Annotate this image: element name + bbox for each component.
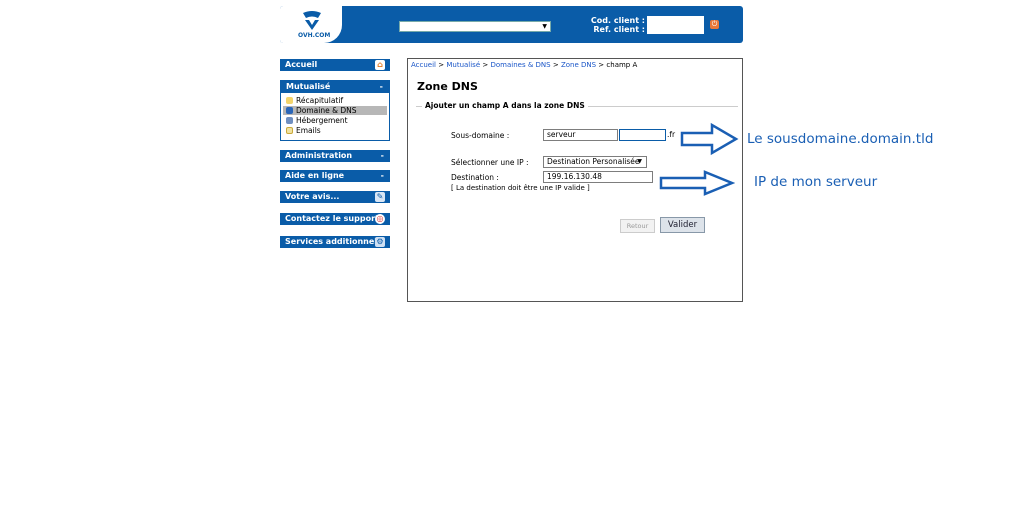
- ovh-logo-icon: [303, 11, 321, 30]
- breadcrumb-separator: >: [552, 61, 559, 69]
- sidebar-item-label: Services additionnels: [285, 237, 382, 246]
- sidebar-item-label: Mutualisé: [286, 82, 331, 91]
- sidebar-item-label: Aide en ligne: [285, 171, 345, 180]
- collapse-icon: -: [380, 171, 384, 180]
- arrow-right-icon: [659, 170, 735, 196]
- collapse-icon: -: [380, 151, 384, 160]
- breadcrumb-link-mutualise[interactable]: Mutualisé: [446, 61, 480, 69]
- sidebar-item-label: Domaine & DNS: [296, 106, 357, 115]
- email-icon: [286, 127, 293, 134]
- page-title: Zone DNS: [417, 80, 478, 93]
- ip-annotation: IP de mon serveur: [754, 174, 878, 190]
- power-icon[interactable]: ⏻: [710, 20, 719, 29]
- sidebar-item-label: Accueil: [285, 60, 318, 69]
- subdomain-input[interactable]: serveur: [543, 129, 618, 141]
- client-code-field[interactable]: [647, 16, 704, 34]
- sidebar-header-mutualise[interactable]: Mutualisé -: [281, 81, 389, 93]
- subdomain-annotation: Le sousdomaine.domain.tld: [747, 131, 934, 147]
- domain-redacted-box: [619, 129, 666, 141]
- sidebar-item-services[interactable]: Services additionnels ⚙: [280, 236, 390, 248]
- account-select[interactable]: ▼: [399, 21, 551, 32]
- ip-select-label: Sélectionner une IP :: [451, 158, 529, 167]
- breadcrumb-separator: >: [438, 61, 445, 69]
- fieldset-legend: Ajouter un champ A dans la zone DNS: [422, 101, 588, 110]
- destination-label: Destination :: [451, 173, 499, 182]
- sidebar-item-label: Votre avis...: [285, 192, 340, 201]
- globe-icon: [286, 107, 293, 114]
- sidebar-item-administration[interactable]: Administration -: [280, 150, 390, 162]
- ref-client-value: i: [647, 25, 650, 34]
- sidebar-item-label: Emails: [296, 126, 321, 135]
- sidebar-item-label: Administration: [285, 151, 353, 160]
- breadcrumb-current: champ A: [606, 61, 638, 69]
- ref-client-label: Ref. client :: [593, 25, 645, 34]
- ip-select-value: Destination Personalisée: [547, 157, 640, 166]
- sidebar-item-accueil[interactable]: Accueil ⌂: [280, 59, 390, 71]
- logo-text: OVH.COM: [298, 32, 331, 39]
- sidebar-item-aide[interactable]: Aide en ligne -: [280, 170, 390, 182]
- sidebar-item-domaine-dns[interactable]: Domaine & DNS: [283, 106, 387, 115]
- sidebar-section-mutualise: Mutualisé - Récapitulatif Domaine & DNS …: [280, 80, 390, 141]
- subdomain-value: serveur: [547, 130, 576, 139]
- sidebar-item-emails[interactable]: Emails: [283, 126, 387, 135]
- sidebar-item-label: Contactez le support: [285, 214, 379, 223]
- domain-suffix: .fr: [667, 130, 676, 139]
- breadcrumb-link-zone-dns[interactable]: Zone DNS: [561, 61, 596, 69]
- server-icon: [286, 117, 293, 124]
- collapse-icon: -: [379, 82, 383, 91]
- lifebuoy-icon: ◎: [375, 214, 385, 224]
- chevron-down-icon: ▼: [542, 23, 547, 30]
- sidebar-item-label: Hébergement: [296, 116, 348, 125]
- services-icon: ⚙: [375, 237, 385, 247]
- breadcrumb-link-accueil[interactable]: Accueil: [411, 61, 436, 69]
- cod-client-label: Cod. client :: [590, 16, 645, 25]
- breadcrumb: Accueil > Mutualisé > Domaines & DNS > Z…: [411, 61, 637, 69]
- destination-hint: [ La destination doit être une IP valide…: [451, 184, 590, 192]
- subdomain-label: Sous-domaine :: [451, 131, 510, 140]
- breadcrumb-link-domaines-dns[interactable]: Domaines & DNS: [490, 61, 550, 69]
- retour-button[interactable]: Retour: [620, 219, 655, 233]
- destination-input[interactable]: 199.16.130.48: [543, 171, 653, 183]
- arrow-right-icon: [680, 122, 739, 156]
- ip-select[interactable]: Destination Personalisée ▼: [543, 156, 647, 168]
- valider-button[interactable]: Valider: [660, 217, 705, 233]
- feedback-icon: ✎: [375, 192, 385, 202]
- logo-area[interactable]: OVH.COM: [280, 6, 342, 43]
- destination-value: 199.16.130.48: [547, 172, 602, 181]
- breadcrumb-separator: >: [598, 61, 605, 69]
- sidebar-item-label: Récapitulatif: [296, 96, 344, 105]
- sidebar-item-hebergement[interactable]: Hébergement: [283, 116, 387, 125]
- top-header: OVH.COM ▼ Cod. client : Ref. client : i …: [280, 6, 743, 43]
- folder-icon: [286, 97, 293, 104]
- breadcrumb-separator: >: [482, 61, 489, 69]
- home-icon: ⌂: [375, 60, 385, 70]
- sidebar-item-avis[interactable]: Votre avis... ✎: [280, 191, 390, 203]
- sidebar-item-support[interactable]: Contactez le support ◎: [280, 213, 390, 225]
- chevron-down-icon: ▼: [637, 158, 642, 165]
- sidebar-item-recapitulatif[interactable]: Récapitulatif: [283, 96, 387, 105]
